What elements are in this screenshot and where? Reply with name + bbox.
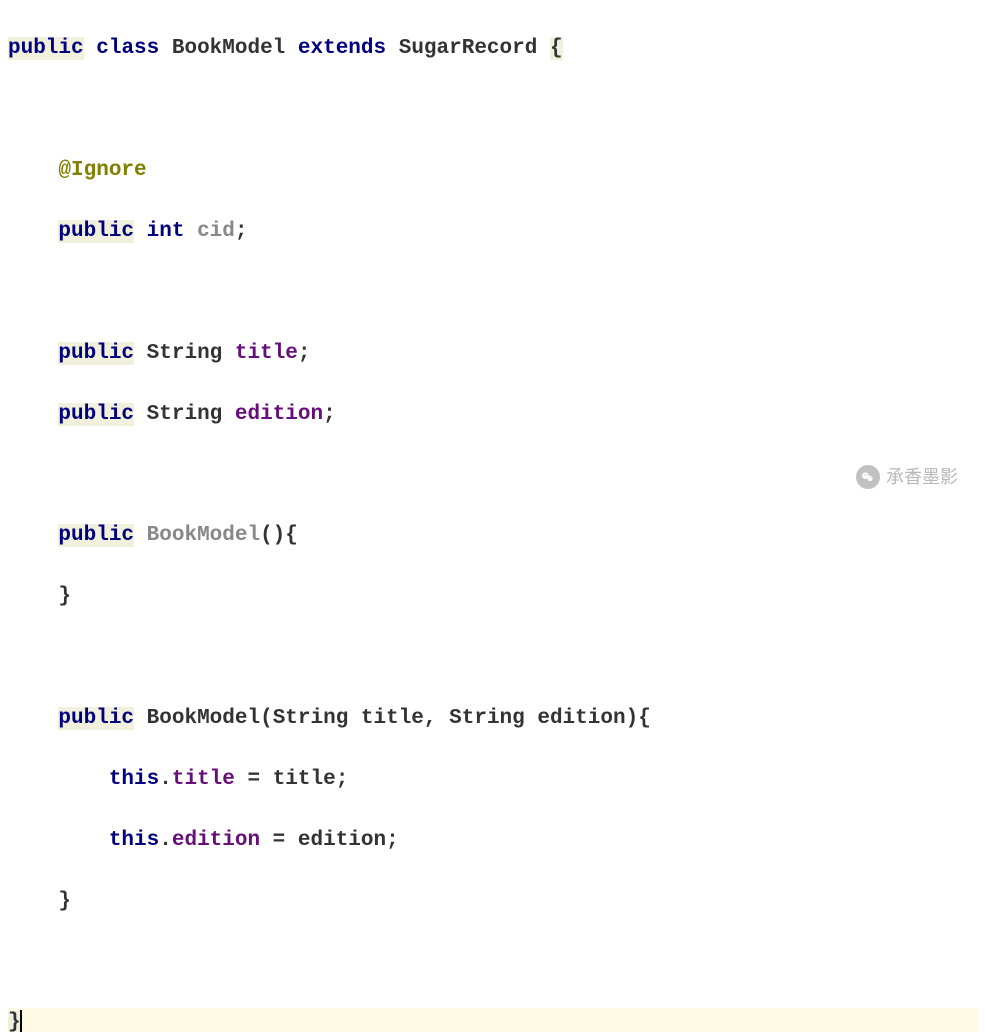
paren-open: (	[260, 707, 273, 730]
param-title: String title	[273, 707, 424, 730]
semicolon: ;	[323, 403, 336, 426]
equals: =	[235, 768, 273, 791]
semicolon: ;	[235, 220, 248, 243]
dot: .	[159, 768, 172, 791]
code-line-current: }	[8, 1008, 978, 1032]
constructor-name: BookModel	[147, 524, 260, 547]
semicolon: ;	[298, 342, 311, 365]
code-line: }	[8, 887, 978, 917]
code-line: public int cid;	[8, 217, 978, 247]
comma: ,	[424, 707, 449, 730]
code-line-empty	[8, 278, 978, 308]
field-edition: edition	[235, 403, 323, 426]
code-line-empty	[8, 461, 978, 491]
code-line: public BookModel(){	[8, 521, 978, 551]
text-cursor	[20, 1010, 22, 1032]
brace-open: {	[638, 707, 651, 730]
field-title: title	[172, 768, 235, 791]
brace-close: }	[58, 890, 71, 913]
paren-empty: ()	[260, 524, 285, 547]
code-line-empty	[8, 643, 978, 673]
paren-close: )	[626, 707, 639, 730]
code-line: @Ignore	[8, 156, 978, 186]
code-line-empty	[8, 95, 978, 125]
equals: =	[260, 829, 298, 852]
keyword-public: public	[58, 707, 134, 730]
brace-open: {	[285, 524, 298, 547]
constructor-name: BookModel	[147, 707, 260, 730]
keyword-public: public	[58, 524, 134, 547]
type-string: String	[147, 342, 223, 365]
param-edition: String edition	[449, 707, 625, 730]
keyword-public: public	[58, 220, 134, 243]
code-line: this.edition = edition;	[8, 826, 978, 856]
keyword-class: class	[96, 37, 159, 60]
keyword-this: this	[109, 768, 159, 791]
var-title: title	[273, 768, 336, 791]
code-line: public String title;	[8, 339, 978, 369]
field-title: title	[235, 342, 298, 365]
type-string: String	[147, 403, 223, 426]
field-cid: cid	[197, 220, 235, 243]
code-line: public String edition;	[8, 400, 978, 430]
code-line: this.title = title;	[8, 765, 978, 795]
keyword-this: this	[109, 829, 159, 852]
keyword-public: public	[58, 342, 134, 365]
annotation-ignore: @Ignore	[58, 159, 146, 182]
brace-close: }	[58, 585, 71, 608]
code-line: public BookModel(String title, String ed…	[8, 704, 978, 734]
var-edition: edition	[298, 829, 386, 852]
brace-open: {	[550, 37, 563, 60]
code-line-empty	[8, 948, 978, 978]
watermark: 承香墨影	[856, 464, 958, 490]
keyword-public: public	[58, 403, 134, 426]
superclass-name: SugarRecord	[399, 37, 538, 60]
code-line: public class BookModel extends SugarReco…	[8, 34, 978, 64]
keyword-public: public	[8, 37, 84, 60]
code-editor: public class BookModel extends SugarReco…	[0, 0, 986, 1032]
semicolon: ;	[386, 829, 399, 852]
semicolon: ;	[336, 768, 349, 791]
watermark-text: 承香墨影	[886, 464, 958, 490]
field-edition: edition	[172, 829, 260, 852]
dot: .	[159, 829, 172, 852]
class-name: BookModel	[172, 37, 285, 60]
keyword-int: int	[147, 220, 185, 243]
code-line: }	[8, 582, 978, 612]
wechat-icon	[856, 465, 880, 489]
keyword-extends: extends	[298, 37, 386, 60]
